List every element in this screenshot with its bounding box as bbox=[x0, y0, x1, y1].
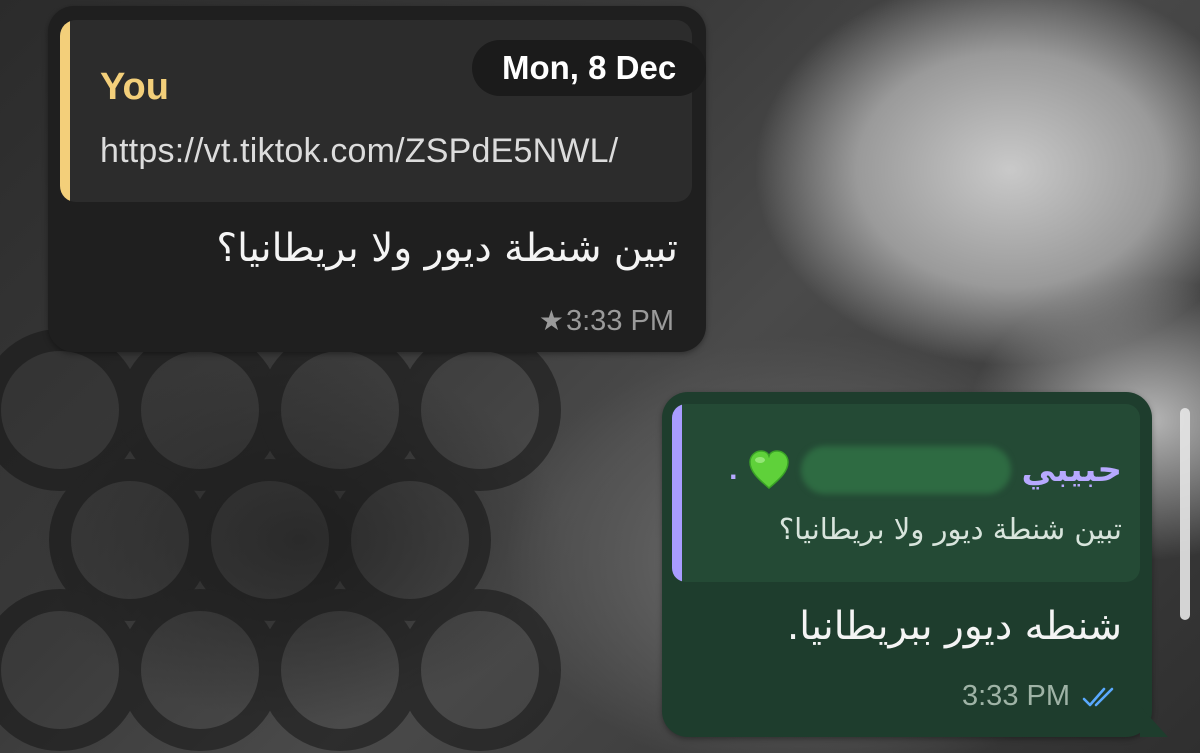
outgoing-bubble-tail bbox=[1140, 706, 1168, 737]
outgoing-message-text: شنطه ديور ببريطانيا. bbox=[786, 604, 1122, 649]
incoming-message-meta: ★3:33 PM bbox=[539, 304, 674, 338]
quoted-reply-preview[interactable]: . حبيبي تبين شنطة ديور ولا بريطانيا؟ bbox=[672, 404, 1140, 582]
wallpaper-pattern bbox=[0, 330, 561, 751]
reply-accent-bar bbox=[60, 20, 70, 202]
incoming-message-text: تبين شنطة ديور ولا بريطانيا؟ bbox=[216, 226, 678, 271]
green-heart-icon bbox=[749, 450, 790, 489]
tiktok-link[interactable]: https://vt.tiktok.com/ZSPdE5NWL/ bbox=[100, 132, 618, 171]
quoted-message-text: تبين شنطة ديور ولا بريطانيا؟ bbox=[778, 512, 1122, 546]
date-separator: Mon, 8 Dec bbox=[472, 40, 707, 96]
reply-sender-name: You bbox=[100, 66, 169, 108]
sender-suffix-dot: . bbox=[729, 453, 738, 486]
outgoing-message-time: 3:33 PM bbox=[962, 680, 1070, 712]
reply-accent-bar bbox=[672, 404, 682, 582]
star-icon: ★ bbox=[538, 305, 564, 336]
reply-sender-row: . حبيبي bbox=[729, 442, 1122, 498]
outgoing-message-bubble[interactable]: . حبيبي تبين شنطة ديور ولا بريطانيا؟ شنط… bbox=[662, 392, 1152, 737]
redacted-contact-name bbox=[801, 446, 1012, 494]
scrollbar[interactable] bbox=[1180, 408, 1190, 620]
double-check-icon bbox=[1082, 687, 1114, 706]
incoming-message-time: 3:33 PM bbox=[566, 305, 674, 337]
reply-sender-name: حبيبي bbox=[1021, 450, 1122, 490]
outgoing-message-meta: 3:33 PM bbox=[962, 680, 1124, 713]
